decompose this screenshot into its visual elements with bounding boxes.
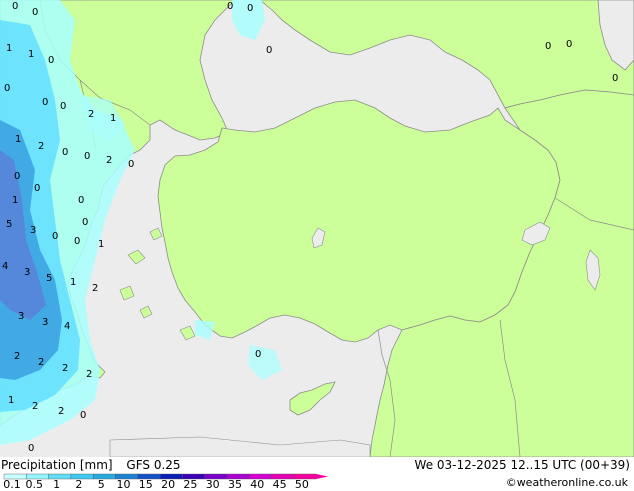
precip-value: 0 bbox=[612, 73, 619, 84]
credit-link[interactable]: ©weatheronline.co.uk bbox=[506, 476, 628, 489]
precip-value: 0 bbox=[74, 236, 81, 247]
precip-value: 4 bbox=[64, 321, 71, 332]
precip-value: 2 bbox=[38, 357, 45, 368]
precip-value: 1 bbox=[12, 195, 19, 206]
precip-value: 0 bbox=[34, 183, 41, 194]
map-title: Precipitation [mm] GFS 0.25 bbox=[1, 458, 181, 472]
precip-value: 1 bbox=[70, 277, 77, 288]
precip-value: 0 bbox=[78, 195, 85, 206]
precip-value: 2 bbox=[88, 109, 95, 120]
precipitation-map[interactable]: 0 0 0 0 1 1 0 0 0 0 2 1 1 2 0 0 2 0 0 0 … bbox=[0, 0, 634, 457]
precip-value: 0 bbox=[266, 45, 273, 56]
color-scale-labels: 0.1 0.5 1 2 5 10 15 20 25 30 35 40 45 50 bbox=[0, 479, 340, 491]
model-name: GFS 0.25 bbox=[126, 458, 181, 472]
precip-value: 2 bbox=[86, 369, 93, 380]
precip-value: 0 bbox=[255, 349, 262, 360]
precip-value: 0 bbox=[128, 159, 135, 170]
scale-tick-label: 20 bbox=[161, 478, 176, 491]
precip-value: 0 bbox=[4, 83, 11, 94]
precip-value: 0 bbox=[28, 443, 35, 454]
precip-value: 3 bbox=[18, 311, 25, 322]
precip-value: 4 bbox=[2, 261, 9, 272]
precip-value: 2 bbox=[106, 155, 113, 166]
precip-value: 1 bbox=[8, 395, 15, 406]
precip-value: 3 bbox=[30, 225, 37, 236]
precip-value: 5 bbox=[46, 273, 53, 284]
precip-value: 5 bbox=[6, 219, 13, 230]
scale-tick-label: 40 bbox=[250, 478, 265, 491]
scale-tick-label: 30 bbox=[205, 478, 220, 491]
precip-value: 3 bbox=[24, 267, 31, 278]
precip-value: 2 bbox=[14, 351, 21, 362]
precip-value: 0 bbox=[566, 39, 573, 50]
precip-value: 2 bbox=[58, 406, 65, 417]
precip-value: 2 bbox=[92, 283, 99, 294]
scale-tick-label: 1 bbox=[53, 478, 61, 491]
legend-bar: Precipitation [mm] GFS 0.25 We 03-12-202… bbox=[0, 457, 634, 491]
precip-value: 1 bbox=[6, 43, 13, 54]
precip-value: 0 bbox=[84, 151, 91, 162]
parameter-title: Precipitation [mm] bbox=[1, 458, 113, 472]
scale-tick-label: 15 bbox=[138, 478, 153, 491]
precip-value: 0 bbox=[227, 1, 234, 12]
precip-value: 0 bbox=[32, 7, 39, 18]
precip-value: 2 bbox=[32, 401, 39, 412]
scale-tick-label: 45 bbox=[272, 478, 287, 491]
precip-value: 0 bbox=[52, 231, 59, 242]
precip-value: 0 bbox=[62, 147, 69, 158]
scale-tick-label: 5 bbox=[97, 478, 105, 491]
valid-time: We 03-12-2025 12..15 UTC (00+39) bbox=[414, 458, 630, 472]
scale-tick-label: 2 bbox=[75, 478, 83, 491]
precip-value: 1 bbox=[110, 113, 117, 124]
precip-value: 3 bbox=[42, 317, 49, 328]
precip-value: 0 bbox=[545, 41, 552, 52]
scale-tick-label: 50 bbox=[294, 478, 309, 491]
precip-value: 0 bbox=[12, 1, 19, 12]
scale-tick-label: 35 bbox=[228, 478, 242, 491]
precip-value: 0 bbox=[48, 55, 55, 66]
precip-value: 2 bbox=[38, 141, 45, 152]
scale-tick-label: 0.1 bbox=[3, 478, 21, 491]
precip-value: 0 bbox=[14, 171, 21, 182]
scale-tick-label: 0.5 bbox=[25, 478, 44, 491]
scale-tick-label: 25 bbox=[183, 478, 198, 491]
precip-value: 0 bbox=[247, 3, 254, 14]
precip-value: 1 bbox=[98, 239, 105, 250]
precip-value: 2 bbox=[62, 363, 69, 374]
precip-value: 0 bbox=[42, 97, 49, 108]
map-canvas bbox=[0, 0, 634, 457]
precip-value: 1 bbox=[28, 49, 35, 60]
precip-value: 0 bbox=[60, 101, 67, 112]
precip-value: 0 bbox=[80, 410, 87, 421]
precip-value: 1 bbox=[15, 134, 22, 145]
scale-tick-label: 10 bbox=[116, 478, 131, 491]
precip-value: 0 bbox=[82, 217, 89, 228]
